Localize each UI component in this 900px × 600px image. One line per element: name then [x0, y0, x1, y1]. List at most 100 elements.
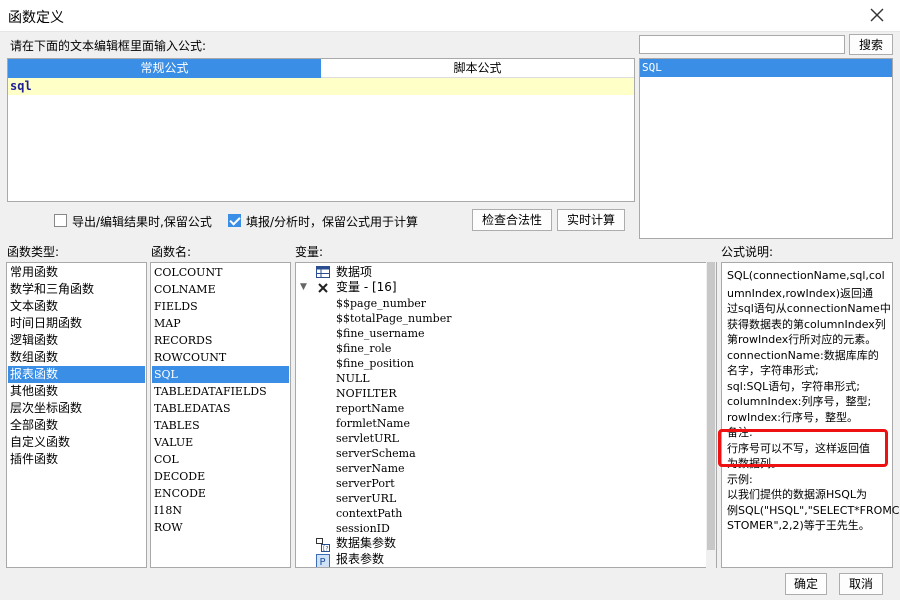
function-name-item[interactable]: VALUE: [152, 434, 289, 451]
function-name-list[interactable]: COLCOUNT COLNAME FIELDS MAP RECORDS ROWCOUNT S…: [150, 262, 291, 568]
title-bar: 函数定义: [0, 0, 900, 32]
variable-item[interactable]: formletName: [336, 416, 410, 431]
description-line: SQL(connectionName,sql,col: [727, 269, 885, 282]
function-type-item[interactable]: 数学和三角函数: [8, 281, 145, 298]
description-line: connectionName:数据库库的: [727, 348, 879, 362]
function-type-header: 函数类型:: [7, 245, 60, 259]
variable-item[interactable]: $fine_username: [336, 326, 425, 341]
search-button[interactable]: 搜索: [849, 34, 893, 55]
function-name-item[interactable]: ROWCOUNT: [152, 349, 289, 366]
description-line: 过sql语句从connectionName中: [727, 302, 891, 315]
svg-text:P: P: [320, 557, 326, 568]
search-result-item[interactable]: SQL: [640, 59, 892, 77]
formula-editor[interactable]: 常规公式 脚本公式 sql: [7, 58, 635, 202]
function-name-item[interactable]: TABLEDATAFIELDS: [152, 383, 289, 400]
description-line: 第rowIndex行所对应的元素。: [727, 333, 877, 346]
function-type-item[interactable]: 时间日期函数: [8, 315, 145, 332]
description-line: 名字，字符串形式;: [727, 364, 819, 377]
function-name-item[interactable]: TABLEDATAS: [152, 400, 289, 417]
variable-item[interactable]: $$totalPage_number: [336, 311, 451, 326]
variable-item[interactable]: NULL: [336, 371, 370, 386]
collapse-arrow-icon[interactable]: ▼: [300, 282, 307, 292]
svg-text:[?]: [?]: [323, 546, 330, 553]
function-type-item[interactable]: 常用函数: [8, 264, 145, 281]
function-type-item[interactable]: 全部函数: [8, 417, 145, 434]
variable-item[interactable]: serverName: [336, 461, 405, 476]
variable-item[interactable]: servletURL: [336, 431, 399, 446]
dataset-params-node[interactable]: 数据集参数: [336, 536, 396, 551]
highlight-box: [718, 429, 888, 467]
formula-text[interactable]: sql: [10, 79, 32, 93]
data-item-node[interactable]: 数据项: [336, 265, 372, 280]
variable-item[interactable]: $fine_position: [336, 356, 414, 371]
formula-description: SQL(connectionName,sql,col umnIndex,rowIn…: [721, 262, 900, 568]
search-result-list[interactable]: SQL: [639, 58, 893, 239]
function-name-item[interactable]: RECORDS: [152, 332, 289, 349]
function-name-item[interactable]: COL: [152, 451, 289, 468]
function-name-item[interactable]: COLNAME: [152, 281, 289, 298]
function-type-item[interactable]: 层次坐标函数: [8, 400, 145, 417]
description-line: umnIndex,rowIndex)返回通: [727, 286, 874, 300]
function-name-item[interactable]: I18N: [152, 502, 289, 519]
function-name-header: 函数名:: [151, 245, 192, 259]
description-line: 例SQL("HSQL","SELECT*FROMCU: [727, 503, 900, 517]
function-name-item[interactable]: MAP: [152, 315, 289, 332]
search-input[interactable]: [639, 35, 845, 54]
variable-icon: [318, 283, 328, 293]
description-line: STOMER",2,2)等于王先生。: [727, 519, 870, 532]
variable-item[interactable]: reportName: [336, 401, 404, 416]
variables-scrollbar[interactable]: [706, 262, 716, 568]
tab-normal-formula[interactable]: 常规公式: [8, 59, 321, 78]
function-type-item[interactable]: 自定义函数: [8, 434, 145, 451]
table-icon: [316, 266, 330, 278]
function-name-item[interactable]: FIELDS: [152, 298, 289, 315]
current-code-line: sql: [8, 78, 634, 95]
variable-item[interactable]: NOFILTER: [336, 386, 397, 401]
window-title: 函数定义: [8, 10, 64, 26]
fill-keep-label: 填报/分析时，保留公式用于计算: [246, 215, 419, 229]
cancel-button[interactable]: 取消: [839, 573, 883, 595]
function-type-item[interactable]: 报表函数: [8, 366, 145, 383]
description-line: rowIndex:行序号，整型。: [727, 410, 858, 424]
function-type-item[interactable]: 插件函数: [8, 451, 145, 468]
check-validity-button[interactable]: 检查合法性: [472, 209, 552, 231]
function-name-item[interactable]: TABLES: [152, 417, 289, 434]
tab-script-formula[interactable]: 脚本公式: [321, 59, 634, 78]
report-param-icon: P: [316, 554, 330, 568]
description-header: 公式说明:: [721, 245, 774, 259]
variable-item[interactable]: serverSchema: [336, 446, 416, 461]
variable-item[interactable]: serverURL: [336, 491, 396, 506]
variable-group-node[interactable]: 变量 - [16]: [336, 280, 397, 295]
variable-item[interactable]: $$page_number: [336, 296, 426, 311]
function-type-item[interactable]: 数组函数: [8, 349, 145, 366]
function-type-item[interactable]: 文本函数: [8, 298, 145, 315]
function-type-item[interactable]: 其他函数: [8, 383, 145, 400]
export-keep-checkbox[interactable]: [54, 214, 67, 227]
function-name-item[interactable]: SQL: [152, 366, 289, 383]
variable-item[interactable]: sessionID: [336, 521, 390, 536]
function-name-item[interactable]: ROW: [152, 519, 289, 536]
report-params-node[interactable]: 报表参数: [336, 552, 384, 567]
dataset-param-icon: [?]: [316, 538, 330, 552]
description-line: columnIndex:列序号，整型;: [727, 395, 872, 408]
variable-item[interactable]: contextPath: [336, 506, 402, 521]
variable-item[interactable]: $fine_role: [336, 341, 391, 356]
function-name-item[interactable]: COLCOUNT: [152, 264, 289, 281]
variables-header: 变量:: [295, 245, 324, 259]
close-icon[interactable]: [866, 4, 888, 26]
function-type-item[interactable]: 逻辑函数: [8, 332, 145, 349]
variable-item[interactable]: serverPort: [336, 476, 395, 491]
function-name-item[interactable]: ENCODE: [152, 485, 289, 502]
description-line: sql:SQL语句，字符串形式;: [727, 379, 860, 393]
ok-button[interactable]: 确定: [785, 573, 827, 595]
description-line: 示例:: [727, 472, 753, 486]
realtime-calc-button[interactable]: 实时计算: [557, 209, 625, 231]
variables-tree[interactable]: 数据项 ▼ 变量 - [16] $$page_number $$totalPage…: [295, 262, 717, 568]
function-name-item[interactable]: DECODE: [152, 468, 289, 485]
fill-keep-checkbox[interactable]: [228, 214, 241, 227]
editor-prompt: 请在下面的文本编辑框里面输入公式:: [10, 39, 207, 53]
export-keep-label: 导出/编辑结果时,保留公式: [72, 215, 212, 229]
description-line: 获得数据表的第columnIndex列: [727, 317, 886, 331]
scrollbar-thumb[interactable]: [707, 262, 715, 550]
function-type-list[interactable]: 常用函数 数学和三角函数 文本函数 时间日期函数 逻辑函数 数组函数 报表函数 其他函数 层次坐…: [6, 262, 147, 568]
